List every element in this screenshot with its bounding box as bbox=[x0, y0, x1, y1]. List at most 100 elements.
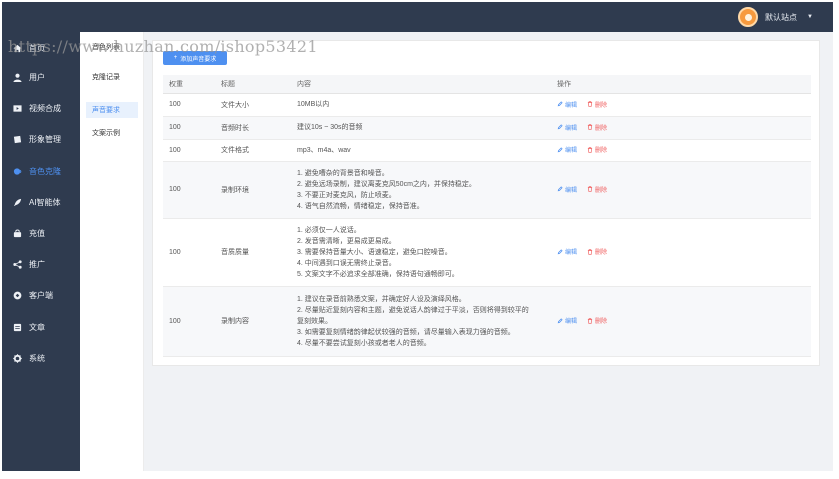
edit-button[interactable]: 编辑 bbox=[557, 185, 577, 194]
delete-button[interactable]: 删除 bbox=[587, 123, 607, 132]
trash-icon bbox=[587, 186, 593, 192]
delete-button[interactable]: 删除 bbox=[587, 185, 607, 194]
delete-button[interactable]: 删除 bbox=[587, 145, 607, 154]
pencil-icon bbox=[557, 186, 563, 192]
share-icon bbox=[13, 259, 22, 269]
content-line: 建议10s ~ 30s的音频 bbox=[297, 124, 363, 131]
subnav-item-label: 声音要求 bbox=[92, 107, 120, 114]
edit-label: 编辑 bbox=[565, 187, 578, 194]
subnav-item-voice-list[interactable]: 音色列表 bbox=[86, 39, 138, 55]
sidebar: 首页 用户 视频合成 形象管理 音色克隆 AI智能体 充值 推广 客户端 文章 … bbox=[2, 32, 80, 471]
delete-label: 删除 bbox=[594, 148, 607, 155]
gear-icon bbox=[13, 353, 22, 363]
top-bar: 默认站点 ▼ bbox=[2, 2, 833, 32]
delete-label: 删除 bbox=[594, 250, 607, 257]
edit-button[interactable]: 编辑 bbox=[557, 145, 577, 154]
site-avatar bbox=[738, 7, 759, 27]
subnav-item-copy-examples[interactable]: 文案示例 bbox=[86, 125, 138, 141]
edit-label: 编辑 bbox=[565, 102, 578, 109]
sidebar-item-label: 用户 bbox=[29, 72, 45, 82]
edit-label: 编辑 bbox=[565, 148, 578, 155]
trash-icon bbox=[587, 124, 593, 130]
caret-down-icon: ▼ bbox=[807, 14, 813, 20]
wallet-icon bbox=[13, 228, 22, 238]
add-requirement-button[interactable]: + 添加声音要求 bbox=[163, 51, 227, 65]
sidebar-item-promotion[interactable]: 推广 bbox=[2, 253, 80, 275]
cell-content: 1. 必须仅一人说话。 2. 发音需清晰，更易成更易成。 3. 需要保持音量大小… bbox=[291, 218, 551, 287]
content-line: 1. 避免嘈杂的背景音和噪音。 bbox=[297, 169, 389, 177]
image-icon bbox=[13, 135, 22, 144]
column-header-content: 内容 bbox=[291, 75, 551, 94]
site-switcher[interactable]: 默认站点 ▼ bbox=[738, 7, 813, 27]
sidebar-item-video[interactable]: 视频合成 bbox=[2, 97, 80, 119]
sidebar-item-users[interactable]: 用户 bbox=[2, 66, 80, 88]
cell-weight: 100 bbox=[163, 93, 215, 117]
subnav-item-label: 文案示例 bbox=[92, 130, 120, 137]
cell-content: mp3、m4a、wav bbox=[291, 139, 551, 162]
edit-button[interactable]: 编辑 bbox=[557, 247, 577, 256]
edit-button[interactable]: 编辑 bbox=[557, 100, 577, 109]
edit-label: 编辑 bbox=[565, 250, 578, 257]
trash-icon bbox=[587, 318, 593, 324]
content-line: 1. 建议在录音前熟悉文案，并确定好人设及演绎风格。 bbox=[297, 295, 466, 303]
content-line: 3. 如需要复刻情绪韵律起伏较强的音频，请尽量输入表现力强的音频。 bbox=[297, 328, 515, 336]
cell-content: 建议10s ~ 30s的音频 bbox=[291, 116, 551, 140]
plus-icon: + bbox=[173, 55, 178, 61]
edit-label: 编辑 bbox=[565, 125, 578, 132]
cell-actions: 编辑 删除 bbox=[551, 116, 811, 140]
edit-label: 编辑 bbox=[565, 319, 578, 326]
content-line: 2. 避免远场录制，建议离麦克风50cm之内，并保持稳定。 bbox=[297, 180, 476, 188]
column-header-weight: 权重 bbox=[163, 75, 215, 94]
cell-weight: 100 bbox=[163, 116, 215, 140]
content-line: 3. 不要正对麦克风，防止喷麦。 bbox=[297, 191, 396, 199]
delete-button[interactable]: 删除 bbox=[587, 247, 607, 256]
sidebar-item-label: 客户端 bbox=[29, 290, 53, 300]
delete-label: 删除 bbox=[594, 102, 607, 109]
subnav-item-label: 克隆记录 bbox=[92, 74, 120, 81]
sidebar-item-label: AI智能体 bbox=[29, 197, 61, 207]
edit-button[interactable]: 编辑 bbox=[557, 123, 577, 132]
delete-button[interactable]: 删除 bbox=[587, 316, 607, 325]
content-line: 2. 尽量贴近复刻内容和主题，避免说话人韵律过于平淡，否则将得到较平的 bbox=[297, 306, 529, 314]
subnav-item-voice-requirements[interactable]: 声音要求 bbox=[86, 102, 138, 118]
table-header-row: 权重 标题 内容 操作 bbox=[163, 75, 811, 94]
pencil-icon bbox=[557, 147, 563, 153]
cell-actions: 编辑 删除 bbox=[551, 286, 811, 357]
edit-button[interactable]: 编辑 bbox=[557, 316, 577, 325]
trash-icon bbox=[587, 101, 593, 107]
delete-button[interactable]: 删除 bbox=[587, 100, 607, 109]
sidebar-item-article[interactable]: 文章 bbox=[2, 316, 80, 338]
sidebar-item-client[interactable]: 客户端 bbox=[2, 284, 80, 306]
content-line: 3. 需要保持音量大小、语速稳定，避免口腔噪音。 bbox=[297, 248, 452, 256]
sidebar-item-recharge[interactable]: 充值 bbox=[2, 222, 80, 244]
delete-label: 删除 bbox=[594, 187, 607, 194]
cell-title: 文件格式 bbox=[215, 139, 291, 162]
sidebar-item-label: 文章 bbox=[29, 322, 45, 332]
sidebar-item-avatar-manage[interactable]: 形象管理 bbox=[2, 128, 80, 150]
cell-actions: 编辑 删除 bbox=[551, 161, 811, 219]
sidebar-item-home[interactable]: 首页 bbox=[2, 37, 80, 59]
content-line: 10MB以内 bbox=[297, 101, 330, 108]
rocket-icon bbox=[13, 198, 22, 207]
cell-weight: 100 bbox=[163, 286, 215, 357]
column-header-title: 标题 bbox=[215, 75, 291, 94]
delete-label: 删除 bbox=[594, 125, 607, 132]
cell-actions: 编辑 删除 bbox=[551, 218, 811, 287]
sidebar-item-label: 视频合成 bbox=[29, 103, 61, 113]
subnav-item-clone-records[interactable]: 克隆记录 bbox=[86, 69, 138, 85]
table-row: 100 文件格式 mp3、m4a、wav 编辑 删除 bbox=[163, 139, 811, 162]
sidebar-item-ai-agent[interactable]: AI智能体 bbox=[2, 191, 80, 213]
cell-title: 音频时长 bbox=[215, 116, 291, 140]
sidebar-item-system[interactable]: 系统 bbox=[2, 347, 80, 369]
pencil-icon bbox=[557, 318, 563, 324]
sidebar-item-label: 音色克隆 bbox=[29, 166, 61, 176]
trash-icon bbox=[587, 147, 593, 153]
requirements-table: 权重 标题 内容 操作 100 文件大小 10MB以内 编辑 删除 100 音频… bbox=[163, 75, 811, 357]
sidebar-item-voice-clone[interactable]: 音色克隆 bbox=[2, 160, 80, 182]
cell-title: 文件大小 bbox=[215, 93, 291, 117]
sub-navigation: 音色列表 克隆记录 声音要求 文案示例 bbox=[80, 32, 144, 471]
content-panel: + 添加声音要求 权重 标题 内容 操作 100 文件大小 10MB以内 编辑 … bbox=[152, 40, 820, 366]
content-line: mp3、m4a、wav bbox=[297, 146, 351, 154]
sidebar-item-label: 形象管理 bbox=[29, 134, 61, 144]
app-window: 默认站点 ▼ 首页 用户 视频合成 形象管理 音色克隆 AI智能体 充值 推广 … bbox=[2, 2, 833, 471]
